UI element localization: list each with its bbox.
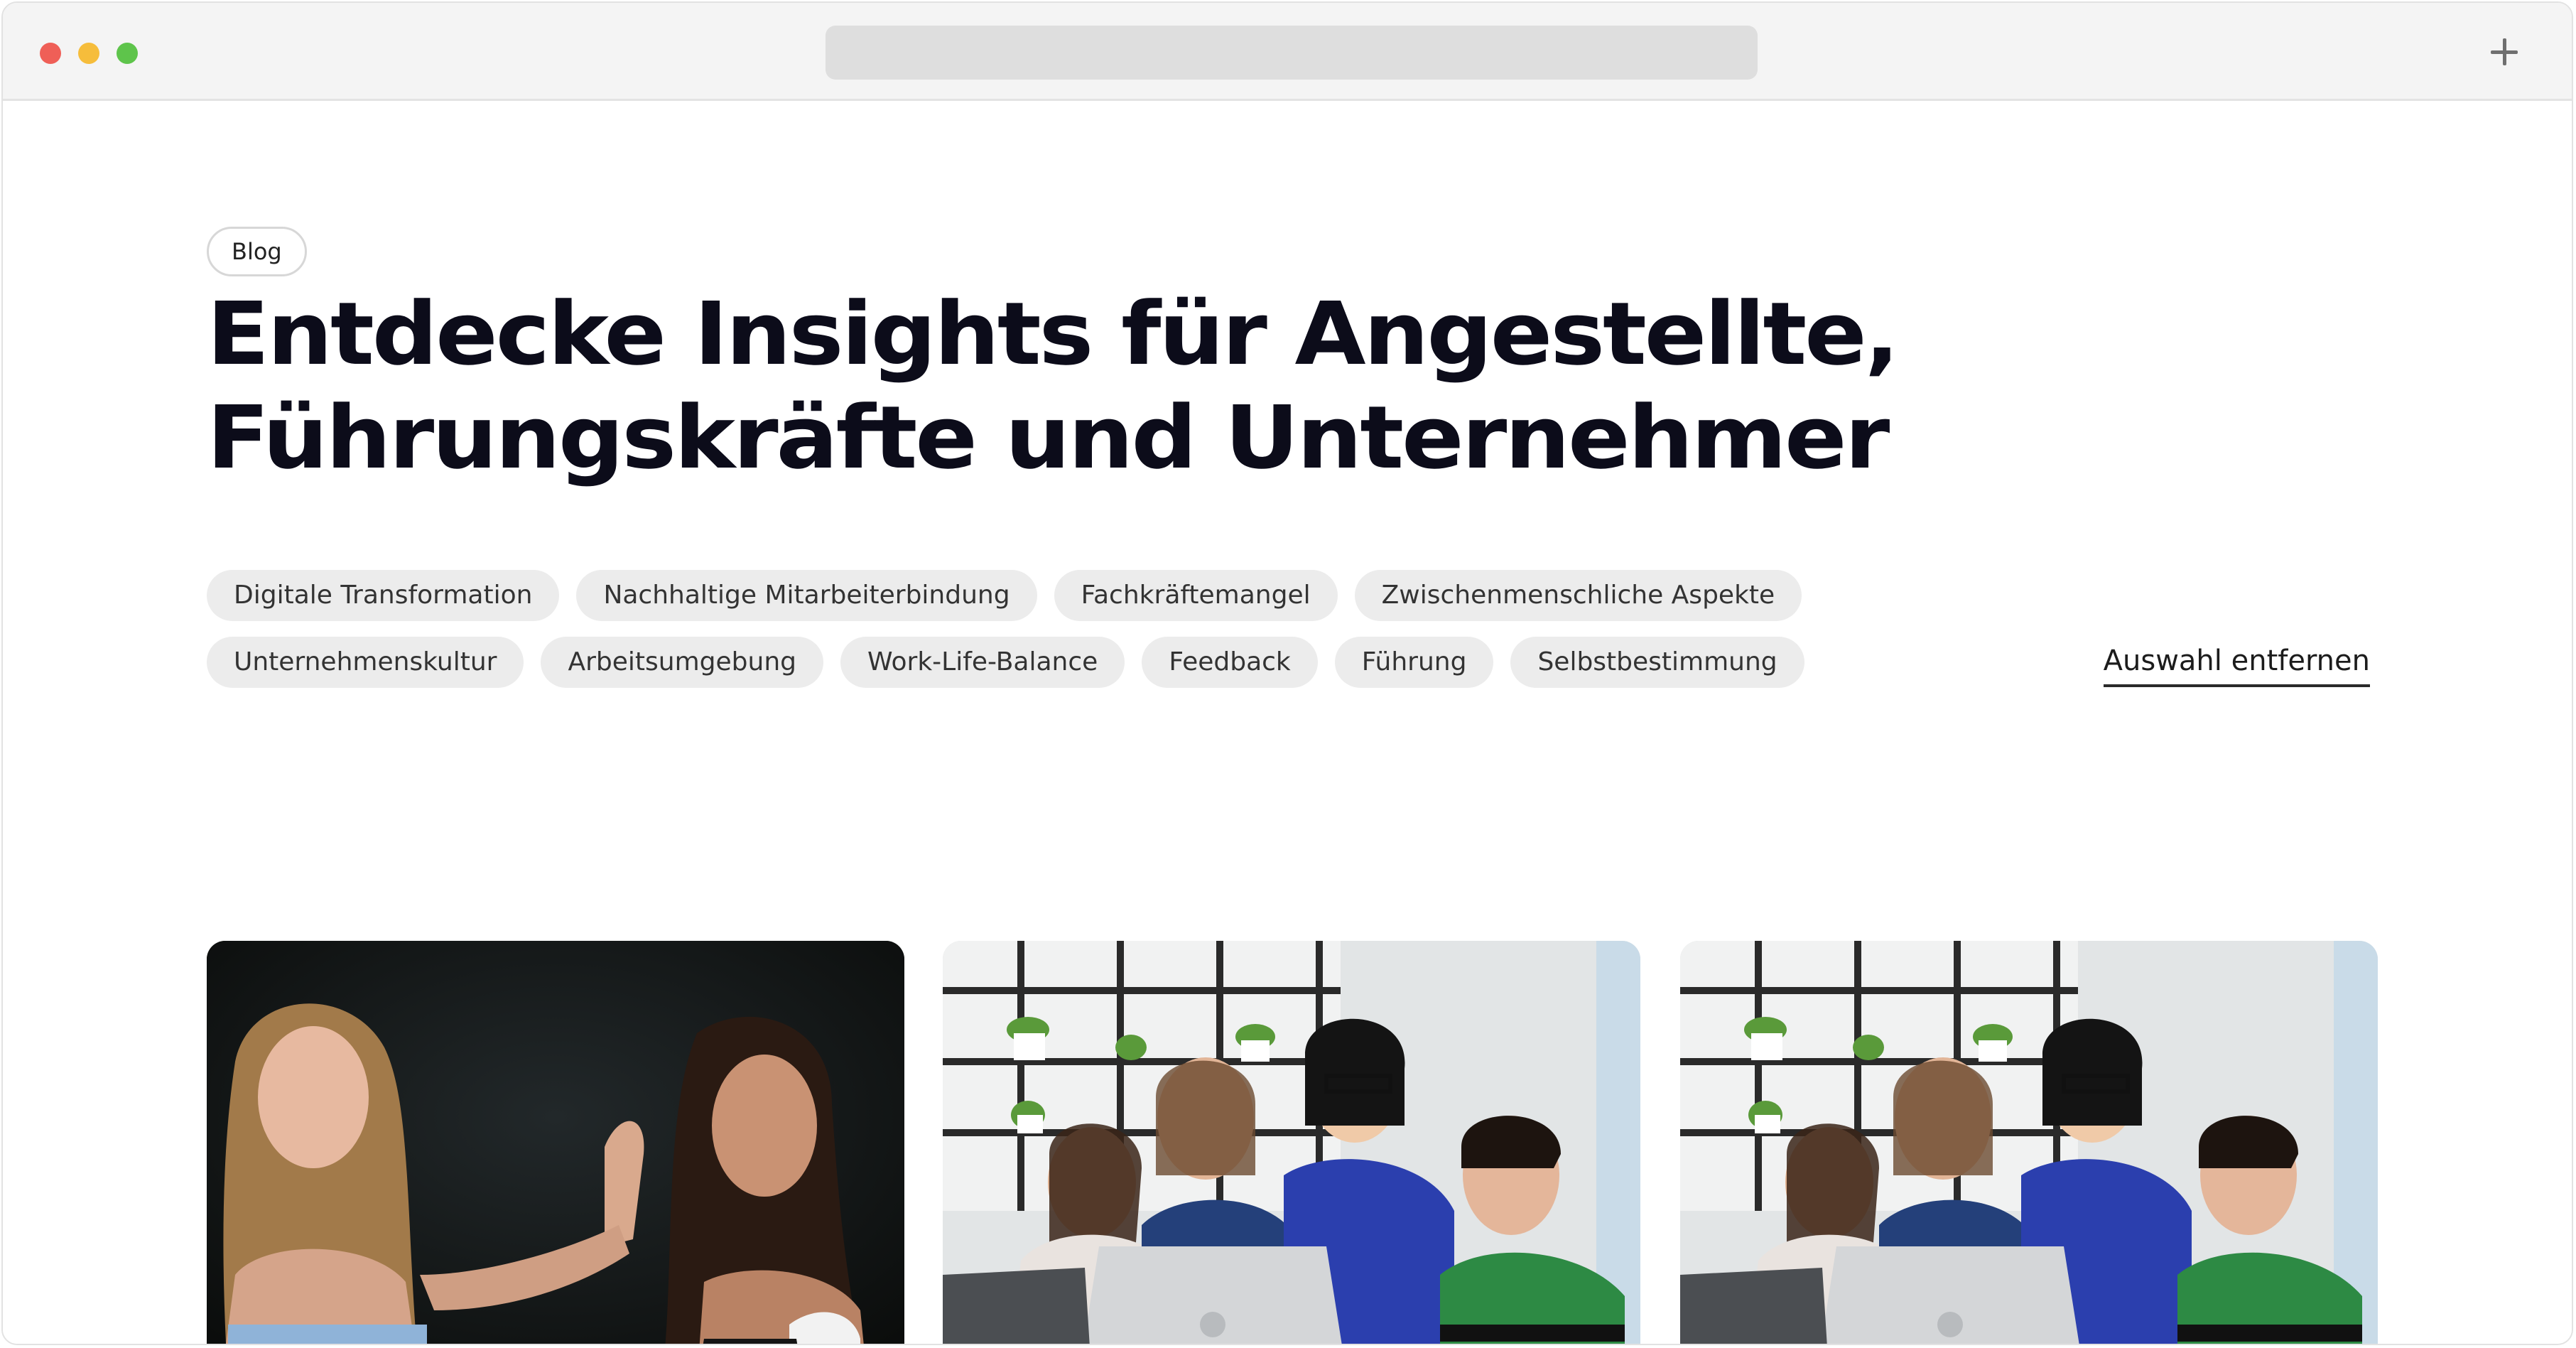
filter-chip-work-life-balance[interactable]: Work-Life-Balance bbox=[840, 637, 1125, 688]
browser-titlebar bbox=[3, 3, 2572, 101]
filter-chip-feedback[interactable]: Feedback bbox=[1142, 637, 1318, 688]
page-content: Blog Entdecke Insights für Angestellte, … bbox=[3, 103, 2572, 1344]
filter-chip-digitale-transformation[interactable]: Digitale Transformation bbox=[207, 570, 560, 621]
close-window-button[interactable] bbox=[40, 43, 61, 64]
new-tab-plus-icon[interactable] bbox=[2484, 31, 2525, 72]
team-laptop-office-photo bbox=[1680, 941, 2378, 1344]
blog-card-2[interactable] bbox=[943, 941, 1640, 1344]
filter-chip-fachkraeftemangel[interactable]: Fachkräftemangel bbox=[1054, 570, 1338, 621]
filter-chips-row-1: Digitale Transformation Nachhaltige Mita… bbox=[207, 570, 1802, 621]
address-bar[interactable] bbox=[826, 26, 1758, 80]
filter-chips-row-2: Unternehmenskultur Arbeitsumgebung Work-… bbox=[207, 637, 1804, 688]
filter-chip-unternehmenskultur[interactable]: Unternehmenskultur bbox=[207, 637, 524, 688]
clear-selection-link[interactable]: Auswahl entfernen bbox=[2103, 643, 2370, 687]
filter-chip-arbeitsumgebung[interactable]: Arbeitsumgebung bbox=[541, 637, 823, 688]
page-title-line-2: Führungskräfte und Unternehmer bbox=[207, 387, 1890, 488]
filter-chip-mitarbeiterbindung[interactable]: Nachhaltige Mitarbeiterbindung bbox=[576, 570, 1037, 621]
filter-chip-zwischenmenschliche-aspekte[interactable]: Zwischenmenschliche Aspekte bbox=[1354, 570, 1802, 621]
page-title: Entdecke Insights für Angestellte, Führu… bbox=[207, 282, 2165, 490]
page-title-line-1: Entdecke Insights für Angestellte, bbox=[207, 284, 1900, 384]
maximize-window-button[interactable] bbox=[117, 43, 138, 64]
section-badge: Blog bbox=[207, 227, 307, 276]
blog-card-1[interactable] bbox=[207, 941, 904, 1344]
two-women-gesture-photo bbox=[207, 941, 904, 1344]
browser-window: Blog Entdecke Insights für Angestellte, … bbox=[1, 1, 2573, 1345]
filter-chip-fuehrung[interactable]: Führung bbox=[1334, 637, 1494, 688]
minimize-window-button[interactable] bbox=[78, 43, 99, 64]
filter-chip-selbstbestimmung[interactable]: Selbstbestimmung bbox=[1510, 637, 1804, 688]
blog-card-3[interactable] bbox=[1680, 941, 2378, 1344]
team-laptop-office-photo bbox=[943, 941, 1640, 1344]
